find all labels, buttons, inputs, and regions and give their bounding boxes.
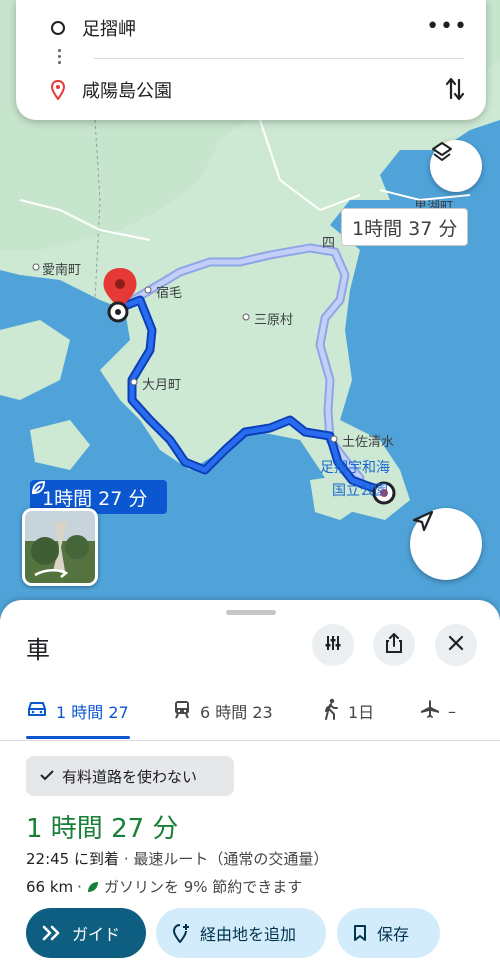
active-tab-indicator [26, 736, 130, 739]
destination-field[interactable]: 咸陽島公園 [16, 62, 486, 118]
walk-icon [322, 698, 340, 724]
map-label-tosashimizu: 土佐清水 [342, 435, 395, 450]
street-view-thumbnail[interactable] [22, 508, 98, 586]
sheet-drag-handle[interactable] [226, 610, 276, 615]
street-view-icon [25, 511, 95, 583]
map-label-ainan: 愛南町 [42, 263, 82, 278]
arrival-info: 22:45 に到着 · 最速ルート（通常の交通量） [26, 848, 328, 869]
close-icon [448, 635, 464, 655]
travel-mode-tabs: 1 時間 27 6 時間 23 1日 – [0, 686, 500, 741]
save-button[interactable]: 保存 [337, 908, 440, 958]
plane-icon [420, 699, 440, 723]
destination-pin-icon [44, 80, 72, 100]
distance-info: 66 km · ガソリンを 9% 節約できます [26, 877, 303, 897]
arrival-suffix: に到着 [74, 850, 120, 868]
more-options-icon[interactable]: ••• [426, 14, 468, 39]
mode-title: 車 [26, 636, 50, 664]
add-stop-button[interactable]: 経由地を追加 [156, 908, 326, 958]
avoid-tolls-label: 有料道路を使わない [62, 767, 198, 786]
tab-walk-label: 1日 [348, 703, 375, 722]
guide-button[interactable]: ガイド [26, 908, 146, 958]
tab-flight-label: – [448, 701, 456, 721]
origin-text: 足摺岬 [82, 19, 136, 40]
swap-directions-icon[interactable] [444, 76, 466, 106]
directions-bottom-sheet: 車 1 時間 27 6 時間 23 1日 – 有料道路を使わない 1 時間 27… [0, 600, 500, 973]
route-duration: 1 時間 27 分 [26, 814, 179, 844]
add-location-icon [172, 923, 190, 943]
route-options-button[interactable] [312, 624, 354, 666]
train-icon [172, 699, 192, 723]
save-label: 保存 [377, 925, 410, 944]
my-location-button[interactable] [410, 508, 482, 580]
guide-label: ガイド [72, 925, 121, 944]
car-icon [26, 700, 48, 722]
share-button[interactable] [373, 624, 415, 666]
destination-text: 咸陽島公園 [82, 81, 172, 102]
field-divider [94, 58, 464, 59]
directions-input-card: 足摺岬 咸陽島公園 ••• [16, 0, 486, 120]
check-icon [40, 767, 54, 785]
avoid-tolls-chip[interactable]: 有料道路を使わない [26, 756, 234, 796]
tab-car[interactable]: 1 時間 27 [26, 686, 129, 736]
tab-car-label: 1 時間 27 [56, 703, 129, 722]
map-label-shimanto: 四 [322, 236, 336, 251]
fuel-leaf-icon [86, 880, 100, 894]
route-description: · 最速ルート（通常の交通量） [123, 850, 329, 868]
tab-walk[interactable]: 1日 [322, 686, 374, 736]
alt-route-duration: 1時間 37 分 [352, 217, 458, 240]
map-label-park-line1: 足摺宇和海 [320, 460, 390, 476]
origin-field[interactable]: 足摺岬 [16, 0, 486, 56]
layers-button[interactable] [430, 140, 482, 192]
alt-route-callout[interactable]: 1時間 37 分 [341, 208, 469, 246]
add-stop-label: 経由地を追加 [200, 925, 297, 944]
map-label-mihara: 三原村 [254, 313, 294, 328]
map-label-sukumo: 宿毛 [156, 286, 183, 301]
close-button[interactable] [435, 624, 477, 666]
route-distance: 66 km [26, 877, 74, 896]
double-chevron-icon [42, 925, 62, 941]
map-label-park-line2: 国立公園 [332, 483, 388, 499]
main-route-duration: 1時間 27 分 [42, 487, 148, 510]
origin-circle-icon [44, 21, 72, 35]
bookmark-icon [353, 924, 367, 942]
share-icon [384, 632, 404, 658]
map-label-otsuki: 大月町 [142, 378, 182, 393]
tab-flight[interactable]: – [420, 686, 456, 736]
tune-icon [323, 633, 343, 657]
arrival-time: 22:45 [26, 850, 70, 868]
tab-transit-label: 6 時間 23 [200, 703, 273, 722]
tab-transit[interactable]: 6 時間 23 [172, 686, 273, 736]
fuel-savings-text: ガソリンを 9% 節約できます [103, 878, 303, 896]
